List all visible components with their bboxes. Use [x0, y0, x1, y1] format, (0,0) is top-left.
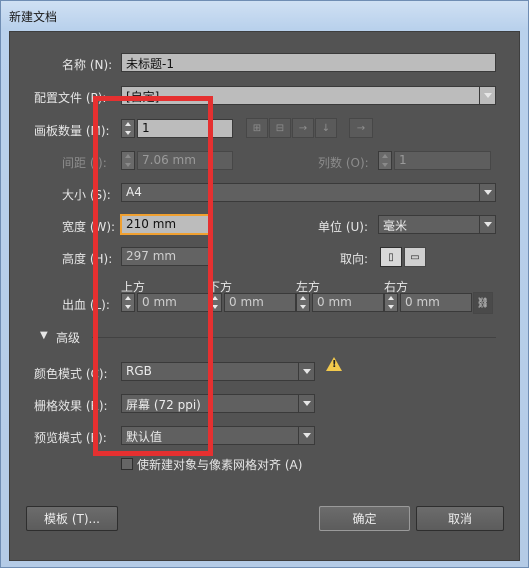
chevron-down-icon — [298, 427, 314, 444]
disclosure-triangle-icon[interactable]: ▼ — [40, 330, 48, 341]
bleed-bottom-input[interactable]: 0 mm — [224, 293, 296, 312]
orientation-label: 取向: — [340, 252, 369, 266]
arrange-by-column-icon[interactable]: ↓ — [315, 118, 337, 138]
name-input[interactable]: 未标题-1 — [121, 53, 496, 72]
chevron-down-icon — [298, 363, 314, 380]
bleed-left-input[interactable]: 0 mm — [312, 293, 384, 312]
align-pixel-grid-label[interactable]: 使新建对象与像素网格对齐 (A) — [137, 456, 302, 473]
chevron-down-icon — [298, 395, 314, 412]
columns-input[interactable]: 1 — [394, 151, 491, 170]
chevron-down-icon — [479, 87, 495, 104]
chain-link-icon[interactable]: ⛓ — [473, 292, 493, 314]
chevron-down-icon — [479, 216, 495, 233]
bleed-right-input[interactable]: 0 mm — [400, 293, 472, 312]
warning-icon: ! — [326, 357, 342, 371]
landscape-icon[interactable]: ▭ — [404, 247, 426, 267]
dialog-title: 新建文档 — [9, 10, 58, 24]
units-select[interactable]: 毫米 — [378, 215, 496, 234]
dialog-body: 名称 (N): 未标题-1 配置文件 (P): [自定] 画板数量 (M): 1… — [9, 31, 520, 561]
chevron-down-icon — [479, 184, 495, 201]
arrange-by-row-icon[interactable]: → — [292, 118, 314, 138]
title-bar[interactable]: 新建文档 — [1, 1, 528, 31]
ok-button[interactable]: 确定 — [319, 506, 410, 531]
columns-label: 列数 (O): — [318, 156, 369, 170]
bleed-right-stepper[interactable] — [384, 293, 398, 312]
cancel-button[interactable]: 取消 — [416, 506, 504, 531]
advanced-label[interactable]: 高级 — [56, 329, 80, 346]
name-label: 名称 (N): — [62, 58, 113, 72]
columns-stepper[interactable] — [378, 151, 392, 170]
units-label: 单位 (U): — [318, 220, 369, 234]
portrait-icon[interactable]: ▯ — [380, 247, 402, 267]
grid-by-column-icon[interactable]: ⊟ — [269, 118, 291, 138]
grid-by-row-icon[interactable]: ⊞ — [246, 118, 268, 138]
bleed-left-stepper[interactable] — [296, 293, 310, 312]
right-to-left-icon[interactable]: → — [349, 118, 373, 138]
highlight-annotation-box — [93, 96, 213, 456]
align-pixel-grid-checkbox[interactable] — [121, 458, 133, 470]
new-document-dialog: 新建文档 名称 (N): 未标题-1 配置文件 (P): [自定] 画板数量 (… — [0, 0, 529, 568]
units-value: 毫米 — [383, 219, 408, 233]
templates-button[interactable]: 模板 (T)... — [26, 506, 118, 531]
